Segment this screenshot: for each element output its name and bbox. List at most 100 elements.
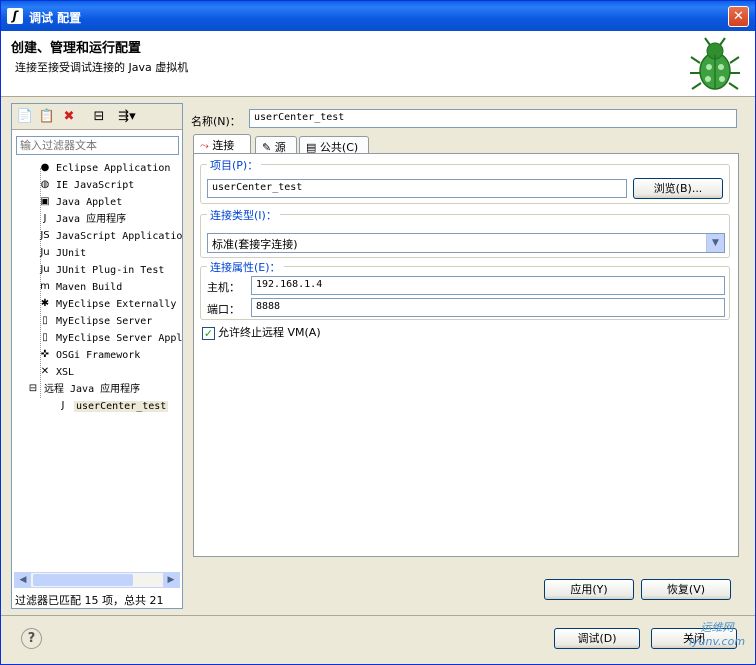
scroll-thumb[interactable] bbox=[33, 574, 133, 586]
config-tree-panel: 📄 📋 ✖ ⊟ ⇶▾ ● Eclipse Application ◍ IE JavaS… bbox=[11, 103, 183, 609]
allow-terminate-checkbox[interactable]: ✓ 允许终止远程 VM(A) bbox=[202, 324, 321, 340]
name-input[interactable]: userCenter_test bbox=[249, 109, 737, 128]
eclipse-icon: ● bbox=[40, 162, 50, 173]
connection-type-select[interactable]: 标准(套接字连接) ▼ bbox=[207, 233, 725, 253]
tree-item[interactable]: ✜ OSGi Framework bbox=[38, 347, 141, 364]
tab-source[interactable]: ✎ 源 bbox=[255, 136, 297, 154]
watermark-logo: 运维网 iyunv.com bbox=[681, 621, 753, 663]
help-icon[interactable]: ? bbox=[21, 628, 42, 649]
tree-item[interactable]: ✕ XSL bbox=[38, 364, 74, 381]
js-icon: JS bbox=[40, 230, 50, 241]
tree-item-label: 远程 Java 应用程序 bbox=[44, 384, 141, 395]
tree-item[interactable]: ● Eclipse Application bbox=[38, 160, 171, 177]
tree-item-label: JUnit bbox=[56, 248, 87, 259]
footer-separator bbox=[1, 615, 755, 616]
debug-button[interactable]: 调试(D) bbox=[554, 628, 640, 649]
scroll-left-icon[interactable]: ◀ bbox=[15, 573, 31, 587]
tree-item-label: Java 应用程序 bbox=[56, 214, 127, 225]
tree-horizontal-scrollbar[interactable]: ◀ ▶ bbox=[14, 572, 180, 588]
tree-item[interactable]: ▣ Java Applet bbox=[38, 194, 122, 211]
duplicate-config-icon[interactable]: 📋 bbox=[38, 108, 56, 126]
title-bar: ʃ 调试 配置 ✕ bbox=[1, 1, 755, 31]
connection-type-group: 连接类型(I)： 标准(套接字连接) ▼ bbox=[200, 207, 730, 258]
tree-toolbar: 📄 📋 ✖ ⊟ ⇶▾ bbox=[12, 104, 182, 130]
tree-item[interactable]: ✱ MyEclipse Externally bbox=[38, 296, 177, 313]
watermark-line2: iyunv.com bbox=[688, 635, 746, 648]
config-icon: J bbox=[61, 400, 65, 411]
connection-props-group: 连接属性(E)： 主机： 192.168.1.4 端口： 8888 bbox=[200, 259, 730, 320]
tree-item[interactable]: ◍ IE JavaScript bbox=[38, 177, 135, 194]
delete-config-icon[interactable]: ✖ bbox=[60, 108, 78, 126]
tree-item-label: Eclipse Application bbox=[56, 163, 171, 174]
tree-item-label: JavaScript Applicatio bbox=[56, 231, 182, 242]
filter-menu-icon[interactable]: ⇶▾ bbox=[112, 108, 142, 126]
tree-item-label: MyEclipse Externally bbox=[56, 299, 177, 310]
filter-status: 过滤器已匹配 15 项，总共 21 bbox=[15, 594, 164, 607]
tab-connect[interactable]: ⤳ 连接 bbox=[193, 134, 251, 155]
java-app-icon: J bbox=[43, 213, 47, 224]
server-icon: ▯ bbox=[42, 315, 48, 326]
project-label: 项目(P)： bbox=[207, 157, 262, 173]
connection-props-label: 连接属性(E)： bbox=[207, 259, 284, 275]
collapse-all-icon[interactable]: ⊟ bbox=[90, 108, 108, 126]
remote-java-icon: ⊟ bbox=[28, 383, 38, 394]
config-tree: ● Eclipse Application ◍ IE JavaScript ▣ Java … bbox=[12, 160, 182, 570]
tree-item[interactable]: JuserCenter_test bbox=[56, 398, 169, 415]
host-input[interactable]: 192.168.1.4 bbox=[251, 276, 725, 295]
header-subtitle: 连接至接受调试连接的 Java 虚拟机 bbox=[15, 61, 189, 74]
tree-item[interactable]: ▯ MyEclipse Server Appl bbox=[38, 330, 182, 347]
name-label: 名称(N)： bbox=[191, 115, 241, 128]
tree-item-label: XSL bbox=[56, 367, 75, 378]
watermark-line1: 运维网 bbox=[700, 621, 734, 634]
tree-item[interactable]: J Java 应用程序 bbox=[38, 211, 127, 228]
tree-item-label: MyEclipse Server bbox=[56, 316, 153, 327]
tree-item-label: IE JavaScript bbox=[56, 180, 135, 191]
connect-icon: ⤳ bbox=[200, 139, 209, 152]
new-config-icon[interactable]: 📄 bbox=[16, 108, 34, 126]
dialog-header: 创建、管理和运行配置 连接至接受调试连接的 Java 虚拟机 bbox=[1, 31, 755, 97]
bug-icon bbox=[690, 37, 740, 90]
tree-item[interactable]: ▯ MyEclipse Server bbox=[38, 313, 152, 330]
tree-item[interactable]: m Maven Build bbox=[38, 279, 122, 296]
allow-terminate-label: 允许终止远程 VM(A) bbox=[218, 326, 321, 339]
header-title: 创建、管理和运行配置 bbox=[11, 41, 142, 56]
project-input[interactable]: userCenter_test bbox=[207, 179, 627, 198]
host-label: 主机： bbox=[207, 281, 240, 294]
apply-button[interactable]: 应用(Y) bbox=[544, 579, 634, 600]
tree-item-label: JUnit Plug-in Test bbox=[56, 265, 165, 276]
config-editor: 名称(N)： userCenter_test ⤳ 连接 ✎ 源 ▤ 公共(C) … bbox=[187, 103, 745, 609]
junit-plugin-icon: Ju bbox=[40, 264, 50, 275]
browse-button[interactable]: 浏览(B)... bbox=[633, 178, 723, 199]
tree-item[interactable]: JS JavaScript Applicatio bbox=[38, 228, 182, 245]
debug-config-dialog: ʃ 调试 配置 ✕ 创建、管理和运行配置 连接至接受调试连接的 Java 虚拟机… bbox=[0, 0, 756, 665]
server-app-icon: ▯ bbox=[42, 332, 48, 343]
maven-icon: m bbox=[40, 281, 50, 292]
tree-item[interactable]: ⊟ 远程 Java 应用程序 bbox=[26, 381, 140, 398]
tab-common[interactable]: ▤ 公共(C) bbox=[299, 136, 369, 154]
scroll-right-icon[interactable]: ▶ bbox=[163, 573, 179, 587]
revert-button[interactable]: 恢复(V) bbox=[641, 579, 731, 600]
tree-item[interactable]: Ju JUnit bbox=[38, 245, 86, 262]
connection-type-label: 连接类型(I)： bbox=[207, 207, 280, 223]
chevron-down-icon[interactable]: ▼ bbox=[706, 234, 724, 252]
close-window-button[interactable]: ✕ bbox=[728, 6, 749, 27]
osgi-icon: ✜ bbox=[40, 349, 50, 360]
tree-item-label: MyEclipse Server Appl bbox=[56, 333, 182, 344]
xsl-icon: ✕ bbox=[40, 366, 50, 377]
connection-type-value: 标准(套接字连接) bbox=[212, 238, 298, 251]
globe-icon: ◍ bbox=[40, 179, 50, 190]
external-icon: ✱ bbox=[40, 298, 50, 309]
tree-item-label: Java Applet bbox=[56, 197, 123, 208]
filter-input[interactable] bbox=[16, 136, 179, 155]
eclipse-app-icon: ʃ bbox=[7, 8, 23, 24]
junit-icon: Ju bbox=[40, 247, 50, 258]
applet-icon: ▣ bbox=[40, 196, 50, 207]
tree-item[interactable]: Ju JUnit Plug-in Test bbox=[38, 262, 164, 279]
tree-item-label: Maven Build bbox=[56, 282, 123, 293]
project-group: 项目(P)： userCenter_test 浏览(B)... bbox=[200, 157, 730, 204]
port-input[interactable]: 8888 bbox=[251, 298, 725, 317]
config-tabs: ⤳ 连接 ✎ 源 ▤ 公共(C) bbox=[193, 134, 613, 155]
tab-connect-label: 连接 bbox=[212, 139, 235, 152]
checkmark-icon[interactable]: ✓ bbox=[202, 326, 215, 340]
window-title: 调试 配置 bbox=[29, 11, 82, 25]
